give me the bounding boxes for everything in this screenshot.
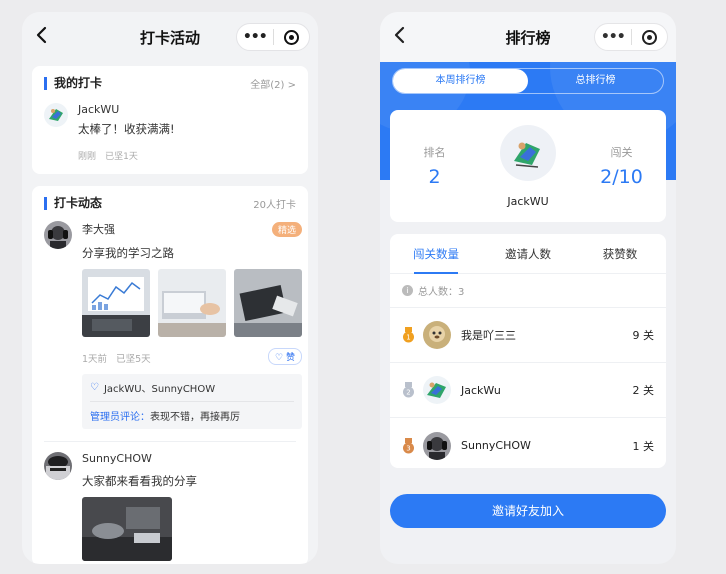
post-photo[interactable] [234, 269, 302, 337]
silver-medal-icon: 2 [403, 382, 414, 398]
section-title: 打卡动态 [44, 197, 102, 210]
comment-box: ♡ JackWU、SunnyCHOW 管理员评论： 表现不错，再接再厉 [82, 374, 302, 429]
tab-weekly[interactable]: 本周排行榜 [393, 69, 528, 93]
invite-friends-button[interactable]: 邀请好友加入 [390, 494, 666, 528]
table-row[interactable]: 3 SunnyCHOW 1 关 [390, 418, 666, 473]
avatar [423, 431, 451, 460]
rank-user-name: JackWu [461, 383, 501, 397]
user-name: JackWU [78, 103, 120, 116]
my-checkin-card: 我的打卡 全部(2) > JackWU 太棒了！收获满满! 刚刚 已坚1天 [32, 66, 308, 174]
user-name: SunnyCHOW [82, 452, 152, 465]
mini-program-capsule: ••• [236, 23, 310, 51]
bronze-medal-icon: 3 [403, 437, 414, 453]
avatar [44, 103, 68, 127]
checkin-activity-screen: 打卡活动 ••• 我的打卡 全部(2) > JackWU 太棒了！收获满满! 刚… [22, 12, 318, 564]
close-miniprogram-icon[interactable] [274, 29, 310, 45]
avatar [423, 376, 451, 404]
list-item: 李大强 精选 分享我的学习之路 1天前 已坚5天 ♡ 赞 ♡ JackWU、Su… [32, 211, 308, 429]
checkin-time: 刚刚 [78, 152, 97, 162]
avatar [44, 452, 72, 480]
total-count: 总人数：3 [418, 287, 465, 298]
post-photo[interactable] [82, 497, 172, 561]
rank-user-name: SunnyCHOW [461, 439, 531, 452]
rank-user-value: 1 关 [632, 439, 655, 453]
tab-levels[interactable]: 闯关数量 [390, 234, 482, 274]
like-button[interactable]: ♡ 赞 [268, 348, 302, 365]
page-title: 排行榜 [505, 28, 551, 47]
likes-list: JackWU、SunnyCHOW [103, 384, 216, 395]
table-row[interactable]: 2 JackWu 2 关 [390, 363, 666, 418]
heart-icon: ♡ [275, 353, 284, 363]
checkin-feed-card: 打卡动态 20人打卡 李大强 精选 分享我的学习之路 1天前 已坚5天 ♡ 赞 … [32, 186, 308, 564]
info-icon: i [402, 285, 413, 296]
tab-total[interactable]: 总排行榜 [528, 69, 663, 93]
post-text: 分享我的学习之路 [82, 246, 174, 260]
avatar [500, 124, 556, 181]
rank-user-value: 9 关 [632, 329, 655, 342]
rank-label: 排名 [423, 146, 446, 159]
all-link[interactable]: 全部(2) > [250, 76, 296, 91]
leaderboard-screen: 排行榜 ••• 本周排行榜 总排行榜 排名 2 JackWU 闯关 2/10 闯… [380, 12, 676, 564]
post-time: 1天前 [82, 354, 108, 365]
user-name: 李大强 [82, 223, 115, 236]
post-text: 大家都来看看我的分享 [82, 474, 197, 488]
svg-text:2: 2 [406, 389, 410, 397]
tab-invites[interactable]: 邀请人数 [482, 234, 574, 274]
checkin-text: 太棒了！收获满满! [78, 122, 175, 136]
heart-icon: ♡ [90, 382, 99, 393]
back-icon[interactable] [32, 25, 54, 47]
rank-user-name: 我是吖三三 [461, 329, 516, 342]
rank-user-value: 2 关 [632, 384, 655, 397]
post-photo[interactable] [158, 269, 226, 337]
like-label: 赞 [285, 353, 295, 363]
avatar [44, 221, 72, 249]
total-count-row: i 总人数：3 [390, 274, 666, 308]
list-item: SunnyCHOW 大家都来看看我的分享 [32, 442, 308, 564]
gold-medal-icon: 1 [403, 327, 414, 343]
photo-grid [82, 269, 302, 337]
ranking-list-card: 闯关数量 邀请人数 获赞数 i 总人数：3 1 我是吖三三 9 关 2 Jack… [390, 234, 666, 468]
table-row[interactable]: 1 我是吖三三 9 关 [390, 308, 666, 363]
level-value: 2/10 [600, 166, 643, 188]
divider [90, 401, 294, 402]
page-title: 打卡活动 [139, 28, 200, 47]
rank-value: 2 [428, 166, 441, 188]
checkin-count: 20人打卡 [253, 200, 296, 211]
section-title: 我的打卡 [44, 77, 102, 90]
level-label: 闯关 [610, 146, 633, 159]
admin-comment: 表现不错，再接再厉 [150, 412, 240, 423]
avatar [423, 321, 451, 349]
checkin-days: 已坚1天 [105, 152, 138, 162]
post-days: 已坚5天 [116, 354, 151, 365]
nav-bar: 打卡活动 ••• [22, 12, 318, 62]
tab-likes[interactable]: 获赞数 [574, 234, 666, 274]
post-photo[interactable] [82, 269, 150, 337]
leaderboard-period-tabs: 本周排行榜 总排行榜 [392, 68, 664, 94]
admin-label: 管理员评论： [90, 412, 150, 423]
more-icon[interactable]: ••• [237, 29, 273, 45]
my-rank-card: 排名 2 JackWU 闯关 2/10 [390, 110, 666, 222]
ranking-metric-tabs: 闯关数量 邀请人数 获赞数 [390, 234, 666, 274]
user-name: JackWU [507, 194, 549, 208]
featured-badge: 精选 [271, 221, 302, 237]
svg-text:1: 1 [406, 334, 410, 342]
svg-text:3: 3 [406, 444, 410, 452]
